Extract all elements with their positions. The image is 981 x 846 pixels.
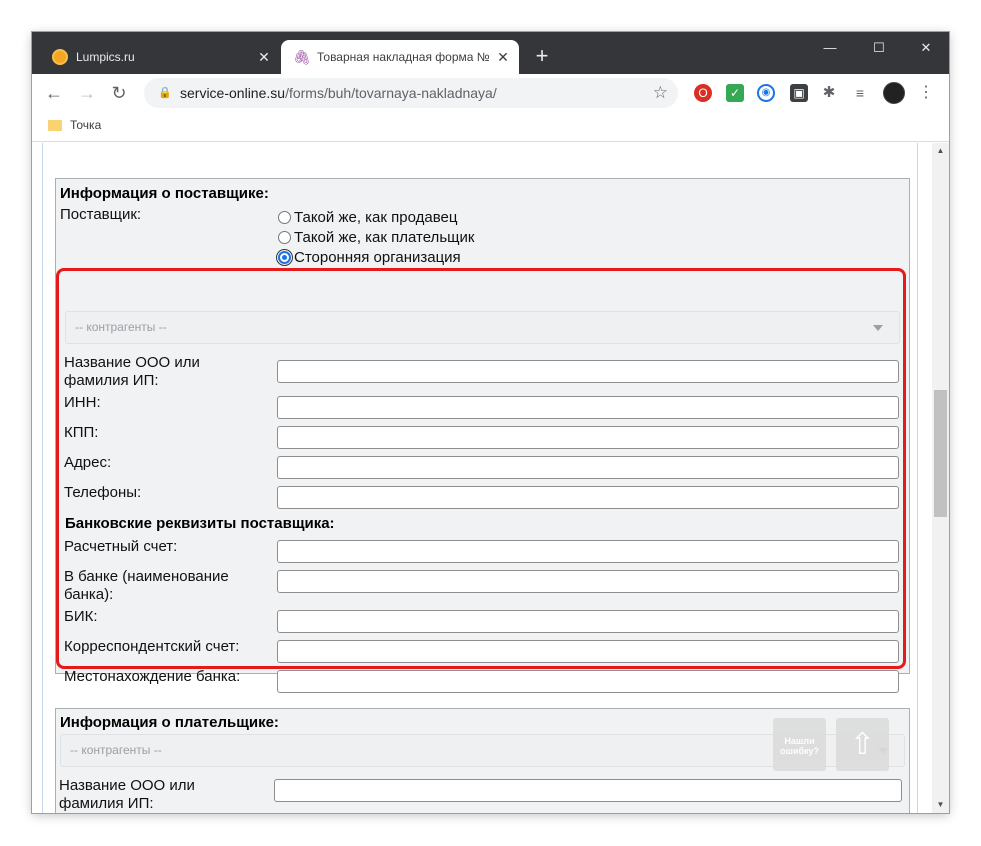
globe-extension-icon[interactable]: ◉: [757, 84, 775, 102]
lumpics-favicon-icon: [52, 49, 68, 65]
field-label-bank-location: Местонахождение банка:: [64, 668, 241, 685]
supplier-contractor-select[interactable]: -- контрагенты --: [65, 311, 900, 344]
supplier-inn-input[interactable]: [277, 396, 899, 419]
bookmark-star-icon[interactable]: ☆: [653, 83, 668, 103]
supplier-phones-input[interactable]: [277, 486, 899, 509]
supplier-name-input[interactable]: [277, 360, 899, 383]
scroll-to-top-button[interactable]: ⇧: [836, 718, 889, 771]
supplier-label: Поставщик:: [60, 206, 142, 223]
menu-kebab-icon[interactable]: ⋮: [918, 82, 934, 104]
field-label-name: Название ООО или фамилия ИП:: [64, 354, 200, 389]
page-scrollbar[interactable]: ▲ ▼: [932, 143, 949, 813]
maximize-button[interactable]: ☐: [861, 38, 897, 58]
supplier-address-input[interactable]: [277, 456, 899, 479]
tab-title: Товарная накладная форма №: [317, 50, 490, 64]
back-arrow-icon[interactable]: ←: [43, 82, 65, 104]
bank-corr-account-input[interactable]: [277, 640, 899, 663]
scrollbar-thumb[interactable]: [934, 390, 947, 517]
browser-window: Lumpics.ru ✕ 🖇 Товарная накладная форма …: [32, 32, 949, 813]
close-tab-icon[interactable]: ✕: [493, 49, 513, 66]
bank-location-input[interactable]: [277, 670, 899, 693]
radio-label: Такой же, как плательщик: [294, 229, 475, 246]
bookmark-folder[interactable]: Точка: [48, 118, 101, 132]
field-label-bik: БИК:: [64, 608, 98, 625]
tab-lumpics[interactable]: Lumpics.ru ✕: [40, 40, 280, 74]
field-label-corr-account: Корреспондентский счет:: [64, 638, 240, 655]
radio-same-as-payer[interactable]: Такой же, как плательщик: [278, 229, 474, 246]
bank-account-input[interactable]: [277, 540, 899, 563]
radio-button-checked[interactable]: [276, 249, 293, 266]
bank-bik-input[interactable]: [277, 610, 899, 633]
tab-invoice-form[interactable]: 🖇 Товарная накладная форма № ✕: [281, 40, 519, 74]
payer-name-input[interactable]: [274, 779, 902, 802]
radio-third-party-org[interactable]: Сторонняя организация: [276, 249, 461, 266]
payer-legend: Информация о плательщике:: [60, 714, 279, 731]
url-host: service-online.su: [180, 85, 286, 101]
payer-field-label-name: Название ООО или фамилия ИП:: [59, 777, 195, 812]
address-bar[interactable]: 🔒 service-online.su/forms/buh/tovarnaya-…: [144, 78, 678, 108]
field-label-kpp: КПП:: [64, 424, 99, 441]
radio-button[interactable]: [278, 231, 291, 244]
bank-details-legend: Банковские реквизиты поставщика:: [65, 515, 335, 532]
media-playlist-icon[interactable]: ≡: [851, 84, 869, 102]
reload-icon[interactable]: ↻: [108, 82, 130, 104]
chevron-down-icon: [873, 325, 883, 331]
select-value: -- контрагенты --: [70, 743, 162, 757]
scroll-down-arrow-icon[interactable]: ▼: [932, 797, 949, 813]
scroll-up-arrow-icon[interactable]: ▲: [932, 143, 949, 159]
select-value: -- контрагенты --: [75, 320, 167, 334]
field-label-bank-name: В банке (наименование банка):: [64, 568, 229, 603]
field-label-phones: Телефоны:: [64, 484, 142, 501]
folder-icon: [48, 119, 62, 131]
page-viewport: Информация о поставщике: Поставщик: Тако…: [32, 143, 949, 813]
radio-button[interactable]: [278, 211, 291, 224]
checkmark-extension-icon[interactable]: ✓: [726, 84, 744, 102]
tab-bar: Lumpics.ru ✕ 🖇 Товарная накладная форма …: [32, 32, 949, 74]
forward-arrow-icon[interactable]: →: [76, 82, 98, 104]
cube-extension-icon[interactable]: ▣: [790, 84, 808, 102]
report-error-button[interactable]: Нашли ошибку?: [773, 718, 826, 771]
radio-label: Сторонняя организация: [294, 249, 461, 266]
radio-label: Такой же, как продавец: [294, 209, 458, 226]
browser-toolbar: ← → ↻ 🔒 service-online.su/forms/buh/tova…: [32, 74, 949, 112]
minimize-button[interactable]: —: [812, 38, 848, 58]
close-tab-icon[interactable]: ✕: [254, 49, 274, 66]
supplier-kpp-input[interactable]: [277, 426, 899, 449]
radio-same-as-seller[interactable]: Такой же, как продавец: [278, 209, 457, 226]
close-window-button[interactable]: ✕: [908, 38, 944, 58]
bank-name-input[interactable]: [277, 570, 899, 593]
bookmarks-bar: Точка: [32, 112, 949, 142]
url-path: /forms/buh/tovarnaya-nakladnaya/: [285, 85, 497, 101]
lock-icon: 🔒: [158, 87, 172, 99]
field-label-address: Адрес:: [64, 454, 112, 471]
new-tab-button[interactable]: +: [530, 45, 554, 69]
opera-addon-icon[interactable]: O: [694, 84, 712, 102]
profile-avatar[interactable]: [883, 82, 905, 104]
bookmark-label: Точка: [70, 118, 102, 132]
supplier-legend: Информация о поставщике:: [60, 185, 269, 202]
tab-title: Lumpics.ru: [76, 50, 135, 64]
puzzle-extensions-icon[interactable]: ✱: [820, 84, 838, 102]
paperclip-favicon-icon: 🖇: [293, 49, 311, 65]
field-label-account: Расчетный счет:: [64, 538, 178, 555]
field-label-inn: ИНН:: [64, 394, 101, 411]
